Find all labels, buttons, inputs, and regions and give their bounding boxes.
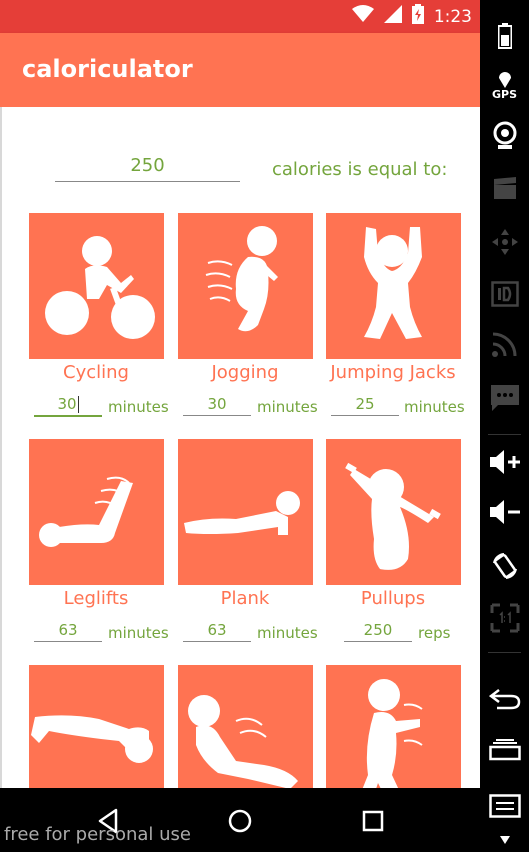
- situps-card[interactable]: [178, 665, 313, 788]
- jumping-jacks-icon: [364, 227, 422, 339]
- emulator-toolbar: GPS: [480, 0, 529, 852]
- plank-card[interactable]: [178, 439, 313, 585]
- app-title: caloriculator: [22, 55, 193, 83]
- pullups-card[interactable]: [326, 439, 461, 585]
- webcam-icon: [493, 121, 516, 149]
- emulator-overview-button[interactable]: [480, 728, 529, 772]
- situps-icon: [188, 695, 298, 788]
- calories-input[interactable]: 250: [55, 155, 240, 182]
- pushup-icon: [31, 715, 153, 763]
- battery-button[interactable]: [480, 14, 529, 58]
- battery-icon: [497, 23, 512, 49]
- fit-screen-icon: [490, 603, 519, 633]
- toolbar-divider: [488, 434, 521, 435]
- wifi-icon: [351, 5, 374, 28]
- gps-icon: [498, 71, 511, 88]
- exercise-name: Pullups: [360, 588, 426, 609]
- sms-button[interactable]: [480, 376, 529, 420]
- leglifts-card[interactable]: [29, 439, 164, 585]
- exercise-name: Jumping Jacks: [330, 362, 456, 383]
- exercise-name: Cycling: [63, 362, 129, 383]
- volume-up-icon: [489, 450, 520, 474]
- leglifts-icon: [39, 476, 133, 547]
- unit-label: minutes: [108, 398, 169, 416]
- unit-label: reps: [418, 624, 451, 642]
- cycling-card[interactable]: [29, 213, 164, 359]
- phone-screen: 1:23 caloriculator 250 calories is equal…: [0, 0, 480, 852]
- gps-label: GPS: [491, 87, 517, 101]
- recents-icon: [362, 810, 384, 832]
- unit-label: minutes: [257, 398, 318, 416]
- emulator-back-button[interactable]: [480, 676, 529, 720]
- back-arrow-icon: [488, 689, 520, 710]
- cycling-icon: [45, 236, 155, 339]
- cell-signal-icon: [383, 5, 402, 28]
- home-icon: [228, 809, 252, 833]
- jumping-jacks-card[interactable]: [326, 213, 461, 359]
- gps-button[interactable]: GPS: [480, 64, 529, 108]
- camera-button[interactable]: [480, 114, 529, 158]
- text-caret: [77, 396, 79, 413]
- squats-icon: [362, 679, 423, 788]
- exercise-name: Plank: [220, 588, 270, 609]
- dpad-icon: [491, 229, 518, 255]
- toolbar-divider: [488, 652, 521, 653]
- cycling-minutes-input[interactable]: 30: [34, 395, 102, 417]
- device-id-button[interactable]: [480, 272, 529, 316]
- leglifts-minutes-input[interactable]: 63: [34, 621, 102, 642]
- unit-label: minutes: [257, 624, 318, 642]
- chevron-down-icon: [499, 836, 510, 844]
- rss-icon: [491, 332, 516, 357]
- screen-record-button[interactable]: [480, 166, 529, 210]
- home-button[interactable]: [225, 806, 255, 836]
- squats-card[interactable]: [326, 665, 461, 788]
- clapperboard-icon: [493, 177, 516, 199]
- id-card-icon: [490, 281, 519, 307]
- exercise-name: Leglifts: [63, 588, 129, 609]
- app-bar: caloriculator: [0, 33, 480, 107]
- menu-icon: [488, 794, 521, 818]
- rotate-icon: [492, 553, 517, 579]
- volume-up-button[interactable]: [480, 440, 529, 484]
- plank-minutes-input[interactable]: 63: [183, 621, 251, 642]
- watermark: free for personal use: [4, 824, 191, 845]
- overview-icon: [488, 739, 521, 761]
- jogging-minutes-input[interactable]: 30: [183, 395, 251, 416]
- zoom-button[interactable]: [480, 596, 529, 640]
- unit-label: minutes: [108, 624, 169, 642]
- rotate-button[interactable]: [480, 544, 529, 588]
- message-icon: [490, 385, 519, 411]
- pushup-card[interactable]: [29, 665, 164, 788]
- volume-down-icon: [489, 500, 520, 524]
- jogging-card[interactable]: [178, 213, 313, 359]
- volume-down-button[interactable]: [480, 490, 529, 534]
- pullups-icon: [345, 462, 441, 570]
- jogging-icon: [205, 226, 278, 332]
- battery-icon: [411, 4, 424, 29]
- unit-label: minutes: [404, 398, 465, 416]
- calories-label: calories is equal to:: [272, 159, 448, 180]
- more-button[interactable]: [480, 818, 529, 862]
- plank-icon: [184, 491, 300, 535]
- jumping-jacks-minutes-input[interactable]: 25: [331, 395, 399, 416]
- exercise-name: Jogging: [211, 362, 279, 383]
- status-time: 1:23: [433, 6, 472, 27]
- network-button[interactable]: [480, 322, 529, 366]
- content-edge: [0, 107, 2, 788]
- recents-button[interactable]: [358, 806, 388, 836]
- dpad-button[interactable]: [480, 220, 529, 264]
- pullups-reps-input[interactable]: 250: [344, 621, 412, 642]
- main-content[interactable]: 250 calories is equal to: Cycling Joggin…: [0, 107, 480, 788]
- status-bar: 1:23: [0, 0, 480, 33]
